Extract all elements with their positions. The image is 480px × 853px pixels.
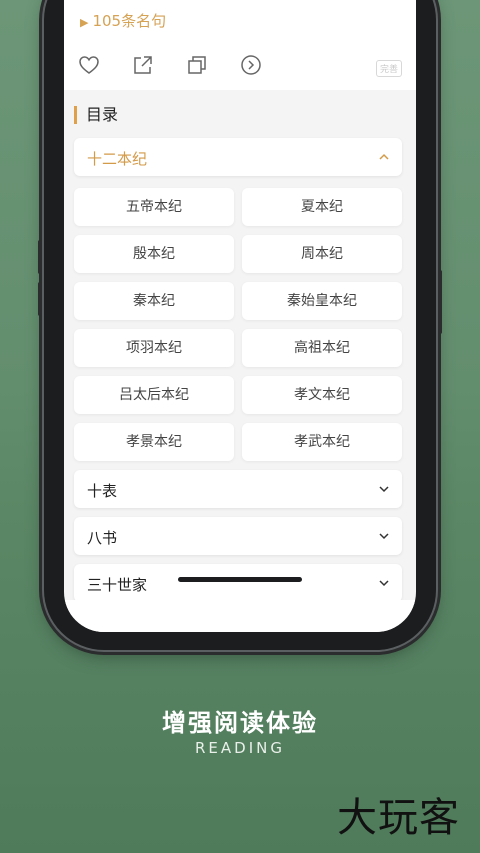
home-indicator[interactable]: [178, 577, 302, 582]
section-label: 十表: [87, 482, 118, 500]
content-header-card: ▶ 105条名句 完善: [64, 0, 416, 90]
quote-count-link[interactable]: ▶ 105条名句: [80, 10, 166, 31]
section-label: 八书: [87, 529, 118, 547]
toc-item[interactable]: 孝武本纪: [242, 423, 402, 461]
play-triangle-icon: ▶: [80, 16, 89, 29]
toc-item[interactable]: 夏本纪: [242, 188, 402, 226]
phone-frame: ▶ 105条名句 完善 目录 十二本纪 五帝本纪 夏本纪 殷本纪 周本纪 秦本纪…: [38, 0, 442, 650]
complete-badge[interactable]: 完善: [375, 60, 402, 77]
toc-item[interactable]: 项羽本纪: [74, 329, 234, 367]
share-icon[interactable]: [132, 54, 154, 76]
toc-item[interactable]: 孝景本纪: [74, 423, 234, 461]
section-label: 三十世家: [87, 576, 148, 594]
toc-item[interactable]: 高祖本纪: [242, 329, 402, 367]
bottom-safe-area: [64, 600, 416, 632]
toc-item[interactable]: 殷本纪: [74, 235, 234, 273]
quote-count-label: 105条名句: [92, 12, 167, 30]
chevron-up-icon: [379, 153, 389, 160]
chevron-down-icon: [379, 486, 389, 493]
copy-icon[interactable]: [186, 54, 208, 76]
brand-watermark: 大玩客: [337, 795, 460, 841]
next-circle-icon[interactable]: [240, 54, 262, 76]
action-bar: 完善: [78, 54, 402, 78]
toc-item[interactable]: 吕太后本纪: [74, 376, 234, 414]
toc-item[interactable]: 秦本纪: [74, 282, 234, 320]
phone-power-button: [438, 270, 442, 334]
app-screen: ▶ 105条名句 完善 目录 十二本纪 五帝本纪 夏本纪 殷本纪 周本纪 秦本纪…: [64, 0, 416, 632]
toc-item[interactable]: 秦始皇本纪: [242, 282, 402, 320]
chevron-down-icon: [379, 580, 389, 587]
toc-item[interactable]: 五帝本纪: [74, 188, 234, 226]
chevron-down-icon: [379, 533, 389, 540]
promo-subcaption: READING: [195, 739, 285, 757]
phone-volume-up: [38, 240, 42, 274]
toc-title: 目录: [74, 106, 118, 124]
section-ten-tables[interactable]: 十表: [74, 470, 402, 508]
section-twelve-annals[interactable]: 十二本纪: [74, 138, 402, 176]
phone-volume-down: [38, 282, 42, 316]
section-eight-treatises[interactable]: 八书: [74, 517, 402, 555]
toc-item[interactable]: 孝文本纪: [242, 376, 402, 414]
heart-icon[interactable]: [78, 54, 100, 76]
section-thirty-houses[interactable]: 三十世家: [74, 564, 402, 602]
promo-caption: 增强阅读体验: [162, 709, 318, 737]
toc-item[interactable]: 周本纪: [242, 235, 402, 273]
section-label: 十二本纪: [87, 150, 148, 168]
